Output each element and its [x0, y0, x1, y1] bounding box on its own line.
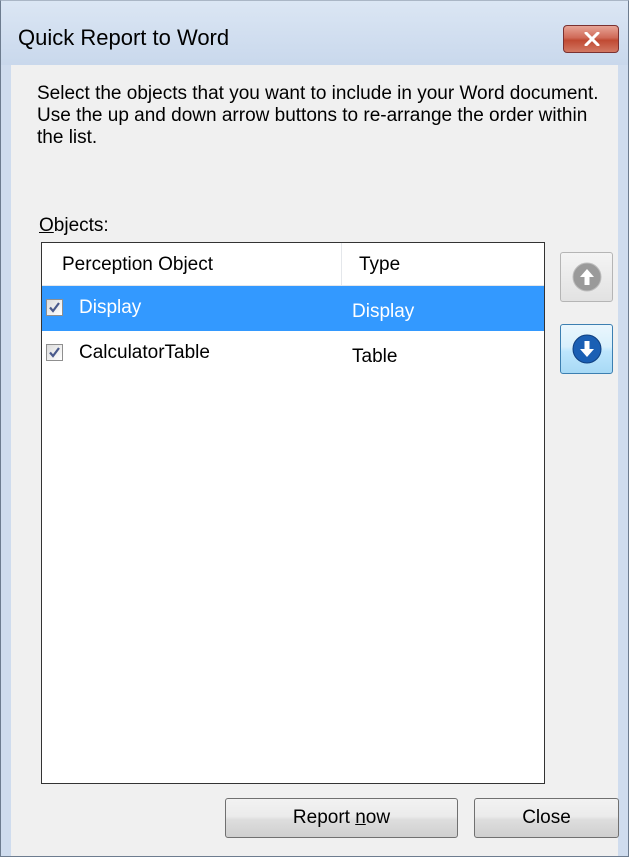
report-now-button[interactable]: Report now	[225, 798, 458, 838]
column-header-type[interactable]: Type	[342, 243, 544, 285]
instructions-text: Select the objects that you want to incl…	[37, 83, 599, 148]
objects-list[interactable]: Perception Object Type Display Display C…	[41, 242, 545, 784]
row-checkbox[interactable]	[46, 299, 63, 316]
objects-label-mnemonic: O	[39, 215, 54, 236]
objects-label-rest: bjects:	[53, 215, 109, 236]
objects-label: Objects:	[39, 215, 109, 237]
report-label-prefix: Report	[292, 807, 356, 828]
report-label-mnemonic: n	[355, 807, 366, 828]
close-button[interactable]: Close	[474, 798, 619, 838]
column-header-perception-object[interactable]: Perception Object	[42, 243, 342, 285]
title-bar: Quick Report to Word	[1, 1, 628, 65]
move-down-button[interactable]	[560, 324, 613, 374]
row-name: CalculatorTable	[79, 342, 210, 363]
row-type: Table	[352, 346, 398, 367]
checkmark-icon	[49, 347, 60, 358]
arrow-down-circle-icon	[572, 334, 602, 364]
list-header: Perception Object Type	[42, 243, 544, 286]
arrow-up-circle-icon	[572, 262, 602, 292]
close-icon	[584, 32, 600, 46]
row-name: Display	[79, 297, 142, 318]
list-row-calculatortable[interactable]: CalculatorTable Table	[42, 331, 544, 376]
list-row-display[interactable]: Display Display	[42, 286, 544, 331]
window-title: Quick Report to Word	[18, 25, 230, 50]
row-type: Display	[352, 301, 415, 322]
row-checkbox[interactable]	[46, 344, 63, 361]
checkmark-icon	[49, 302, 60, 313]
quick-report-dialog: Quick Report to Word Select the objects …	[0, 0, 629, 857]
move-up-button[interactable]	[560, 252, 613, 302]
window-close-button[interactable]	[563, 25, 619, 53]
report-label-suffix: ow	[365, 807, 391, 828]
